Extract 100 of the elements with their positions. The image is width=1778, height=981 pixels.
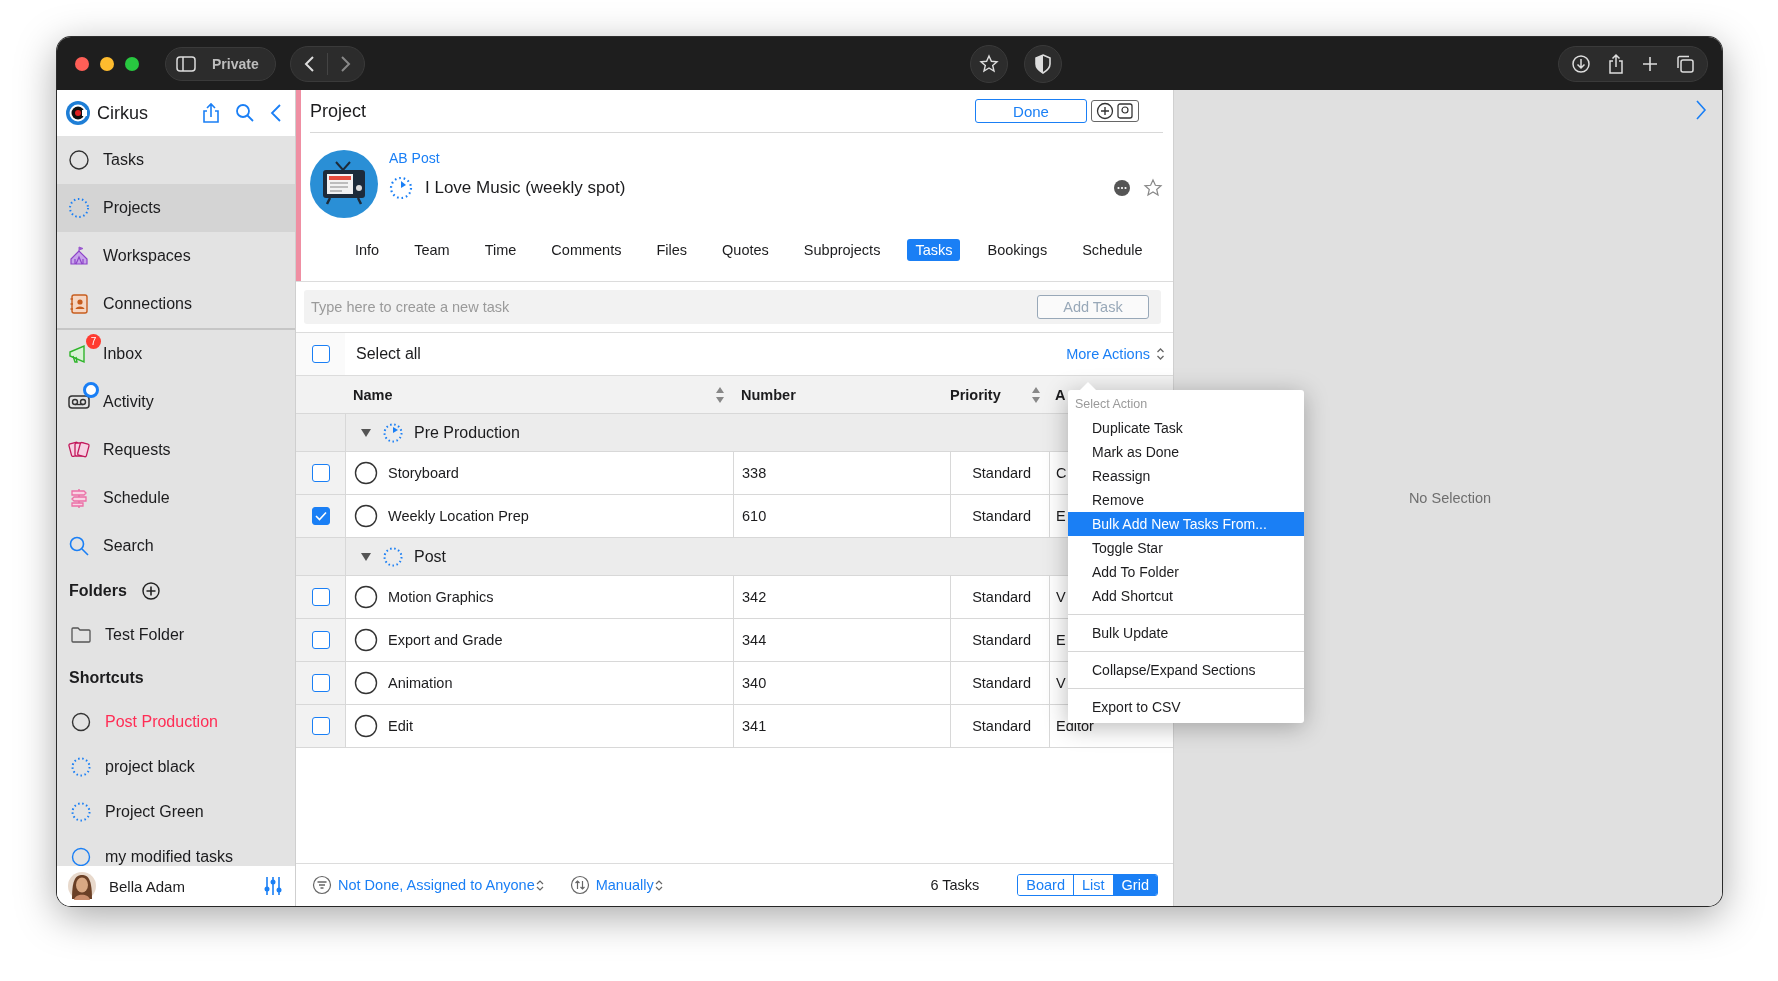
settings-sliders-icon[interactable] xyxy=(263,875,283,897)
tab[interactable]: Bookings xyxy=(979,239,1056,261)
task-status-icon[interactable] xyxy=(354,585,378,609)
tab[interactable]: Time xyxy=(476,239,525,261)
sort-arrows-icon[interactable] xyxy=(1031,385,1041,404)
menu-title: Select Action xyxy=(1074,396,1149,413)
new-tab-icon[interactable] xyxy=(1641,54,1659,73)
shortcut-item[interactable]: my modified tasks xyxy=(57,834,295,866)
tab[interactable]: Schedule xyxy=(1074,239,1151,261)
select-all-checkbox[interactable] xyxy=(311,345,330,363)
sort-arrows-icon[interactable] xyxy=(715,385,725,404)
shortcut-item[interactable]: project black xyxy=(57,744,295,789)
user-avatar[interactable] xyxy=(67,871,97,901)
sidebar-icon xyxy=(176,55,196,72)
task-count: 6 Tasks xyxy=(930,877,980,893)
row-checkbox[interactable] xyxy=(311,507,330,525)
expand-panel-icon[interactable] xyxy=(1694,99,1708,121)
sidebar-item[interactable]: Search xyxy=(57,522,295,570)
tab[interactable]: Subprojects xyxy=(795,239,889,261)
tent-icon xyxy=(68,245,90,267)
close-button[interactable] xyxy=(75,56,89,71)
menu-item[interactable]: Export to CSV xyxy=(1068,695,1304,719)
tab[interactable]: Info xyxy=(347,239,388,261)
task-status-icon[interactable] xyxy=(354,461,378,485)
tabs-overview-icon[interactable] xyxy=(1675,53,1695,74)
menu-item[interactable]: Add Shortcut xyxy=(1068,584,1304,608)
tab[interactable]: Quotes xyxy=(714,239,777,261)
menu-item[interactable]: Bulk Update xyxy=(1068,621,1304,645)
folder-icon xyxy=(70,625,92,644)
tab[interactable]: Comments xyxy=(543,239,630,261)
table-cell: 341 xyxy=(742,718,767,734)
client-link[interactable]: AB Post xyxy=(389,150,440,166)
search-icon[interactable] xyxy=(235,103,255,123)
table-cell: 344 xyxy=(742,632,767,648)
add-template-button[interactable] xyxy=(1091,100,1139,122)
task-status-icon[interactable] xyxy=(354,504,378,528)
sidebar-item[interactable]: Tasks xyxy=(57,136,295,184)
tab[interactable]: Team xyxy=(406,239,458,261)
more-icon[interactable] xyxy=(1113,179,1131,197)
menu-item[interactable]: Toggle Star xyxy=(1068,536,1304,560)
row-checkbox[interactable] xyxy=(311,717,330,735)
more-actions-button[interactable]: More Actions xyxy=(1066,346,1165,362)
sidebar-item[interactable]: 7 Inbox xyxy=(57,330,295,378)
table-cell: Standard xyxy=(972,718,1031,734)
collapse-sidebar-icon[interactable] xyxy=(269,103,283,123)
zoom-button[interactable] xyxy=(125,56,139,71)
share-icon[interactable] xyxy=(1607,52,1625,75)
task-status-icon[interactable] xyxy=(354,628,378,652)
menu-item[interactable]: Collapse/Expand Sections xyxy=(1068,658,1304,682)
task-name: Edit xyxy=(388,718,413,734)
table-cell: Standard xyxy=(972,632,1031,648)
sort-icon[interactable] xyxy=(569,875,590,895)
done-button[interactable]: Done xyxy=(975,99,1087,123)
menu-item[interactable]: Reassign xyxy=(1068,464,1304,488)
circle-icon xyxy=(68,149,90,171)
sidebar-item[interactable]: Connections xyxy=(57,280,295,328)
tab[interactable]: Files xyxy=(648,239,696,261)
row-checkbox[interactable] xyxy=(311,464,330,482)
menu-item[interactable]: Mark as Done xyxy=(1068,440,1304,464)
sort-dropdown[interactable]: Manually xyxy=(595,877,663,893)
filter-dropdown[interactable]: Not Done, Assigned to Anyone xyxy=(338,877,544,893)
folder-item[interactable]: Test Folder xyxy=(57,612,295,657)
sidebar-item[interactable]: Requests xyxy=(57,426,295,474)
sidebar-item[interactable]: Projects xyxy=(57,184,295,232)
empty-state-text: No Selection xyxy=(1408,490,1492,506)
row-checkbox[interactable] xyxy=(311,674,330,692)
table-cell: Standard xyxy=(972,465,1031,481)
minimize-button[interactable] xyxy=(100,56,114,71)
shortcut-item[interactable]: Project Green xyxy=(57,789,295,834)
circle-icon xyxy=(70,710,92,733)
tab[interactable]: Tasks xyxy=(907,239,961,261)
add-folder-icon[interactable] xyxy=(140,581,161,601)
stamp-icon xyxy=(1116,102,1134,120)
menu-item[interactable]: Duplicate Task xyxy=(1068,416,1304,440)
sidebar-item[interactable]: Activity xyxy=(57,378,295,426)
private-tab-button[interactable]: Private xyxy=(165,46,276,81)
shield-icon[interactable] xyxy=(1024,44,1063,83)
menu-item[interactable]: Remove xyxy=(1068,488,1304,512)
row-checkbox[interactable] xyxy=(311,588,330,606)
filter-icon[interactable] xyxy=(312,875,332,895)
task-status-icon[interactable] xyxy=(354,714,378,738)
view-toggle-button[interactable]: Grid xyxy=(1112,875,1157,895)
disclosure-triangle-icon[interactable] xyxy=(360,550,372,563)
task-name: Weekly Location Prep xyxy=(388,508,529,524)
disclosure-triangle-icon[interactable] xyxy=(360,426,372,439)
column-header[interactable]: Name xyxy=(345,385,733,404)
app-name: Cirkus xyxy=(97,102,149,124)
menu-item[interactable]: Bulk Add New Tasks From... xyxy=(1068,512,1304,536)
download-icon[interactable] xyxy=(1571,53,1591,74)
back-icon[interactable] xyxy=(302,54,317,73)
task-status-icon[interactable] xyxy=(354,671,378,695)
table-cell: Standard xyxy=(972,589,1031,605)
app-logo-icon xyxy=(65,100,91,126)
star-icon[interactable] xyxy=(1143,178,1163,198)
column-header[interactable]: Priority xyxy=(950,385,1049,404)
row-checkbox[interactable] xyxy=(311,631,330,649)
column-header[interactable]: Number xyxy=(733,386,950,403)
sidebar-item[interactable]: Workspaces xyxy=(57,232,295,280)
sidebar-item[interactable]: Schedule xyxy=(57,474,295,522)
menu-item[interactable]: Add To Folder xyxy=(1068,560,1304,584)
